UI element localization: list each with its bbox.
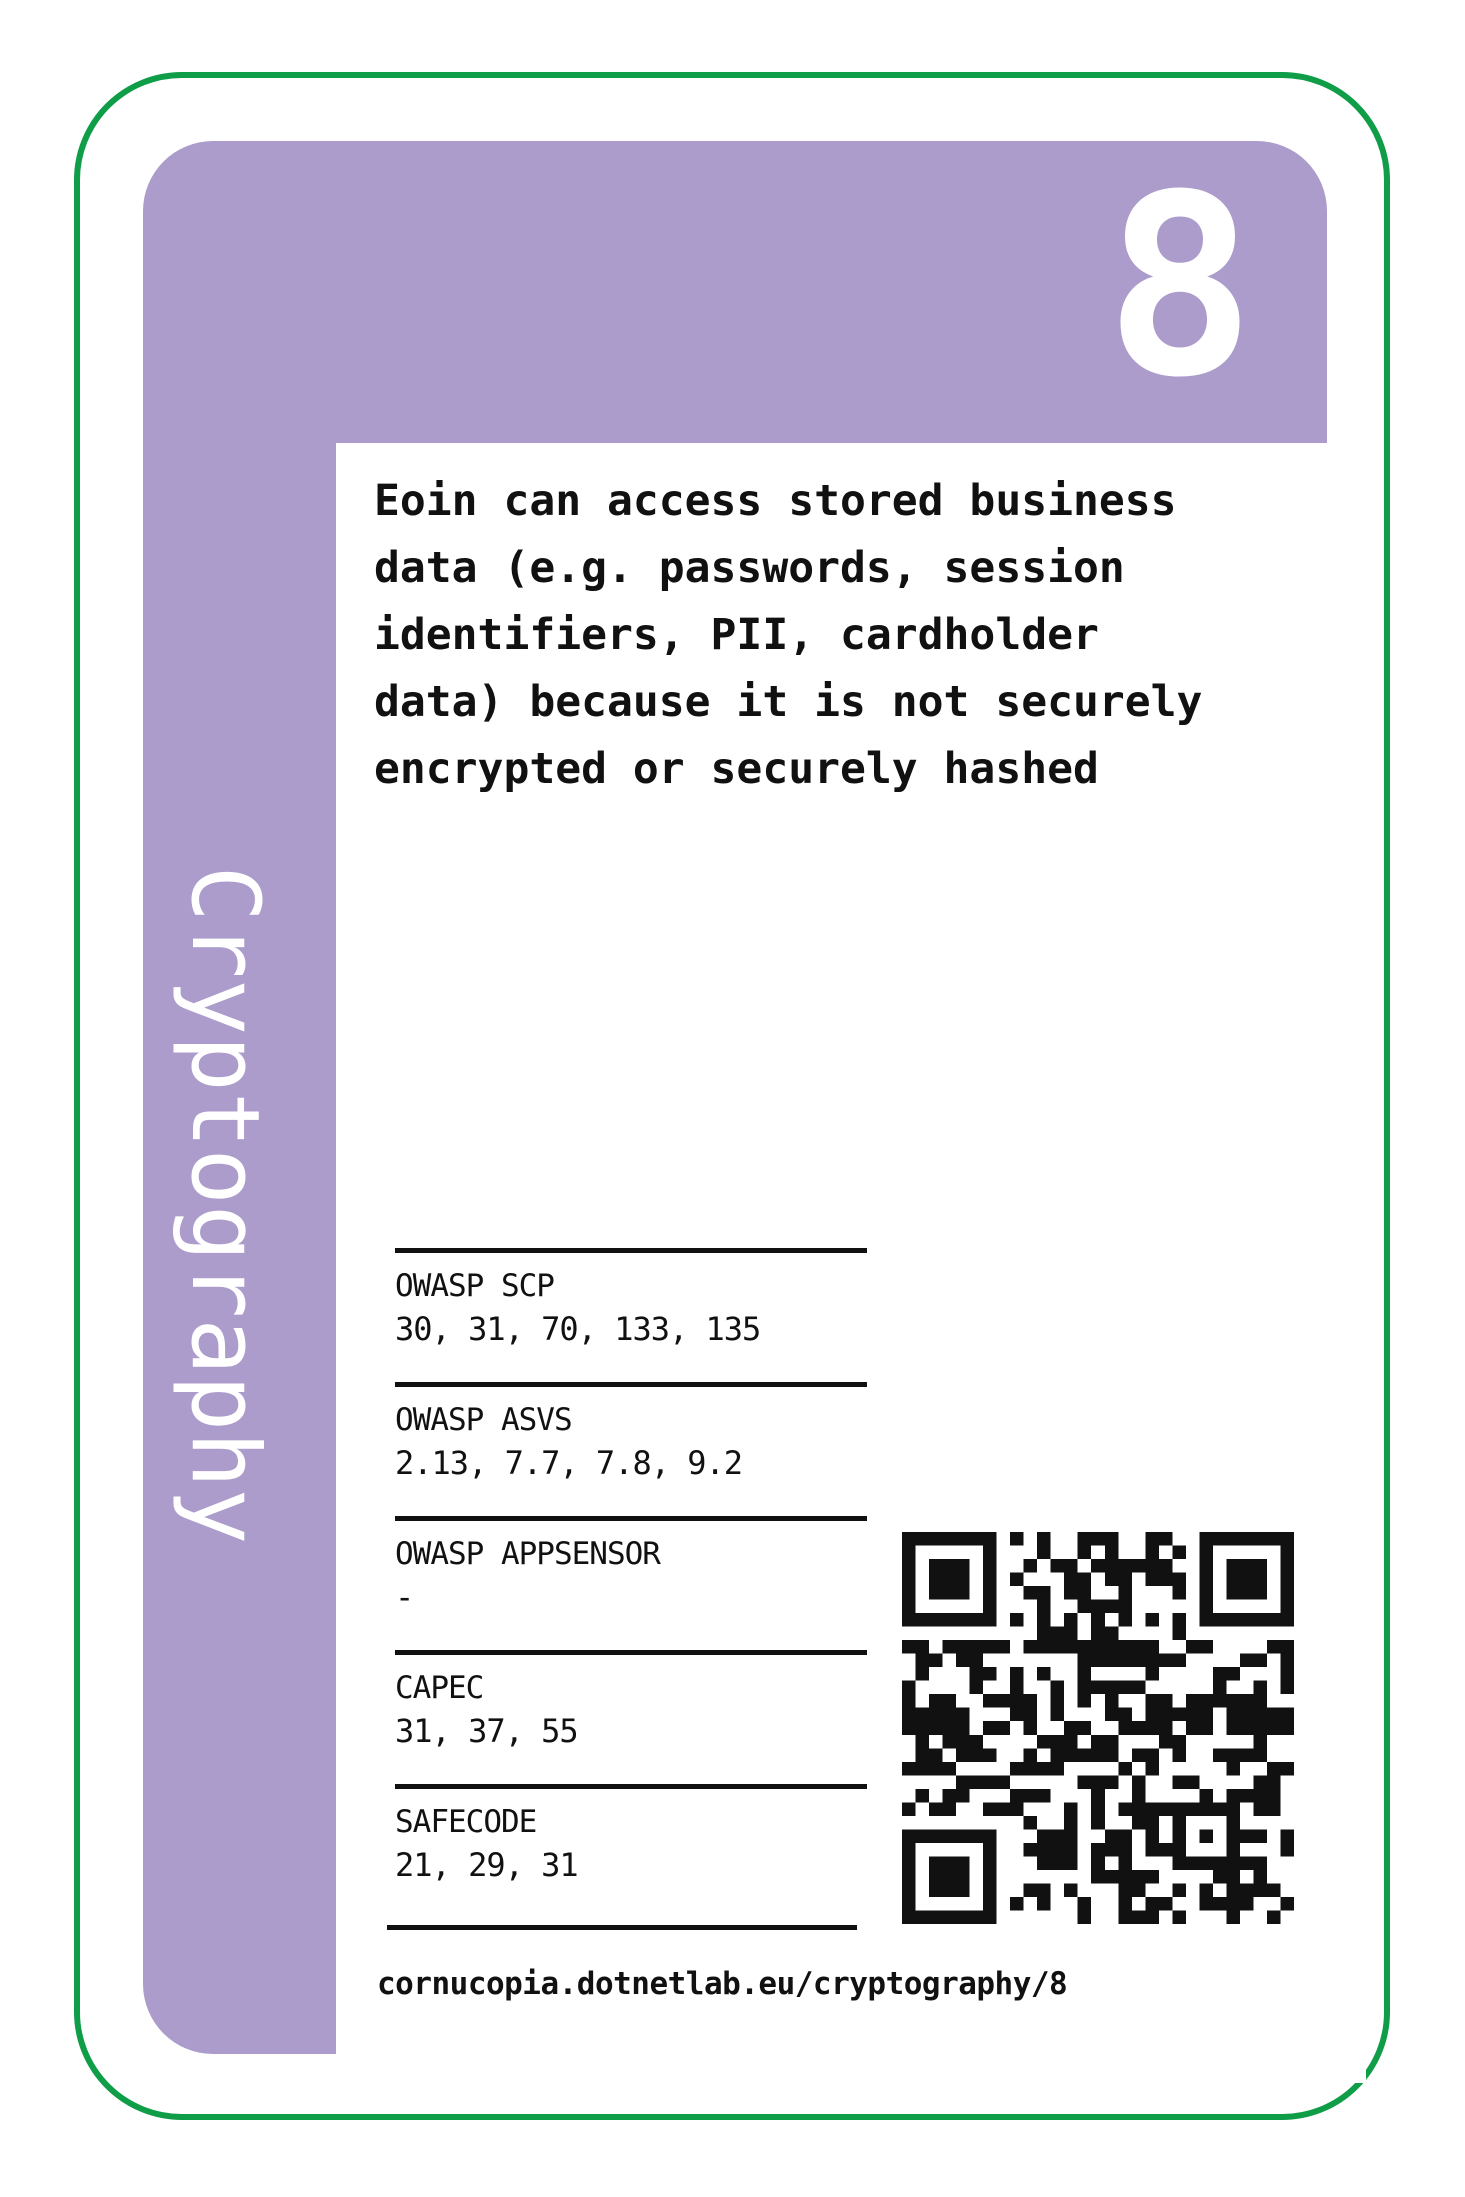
reference-title: OWASP ASVS [395,1402,573,1438]
card-description: Eoin can access stored business data (e.… [374,476,1203,794]
reference-values: 30, 31, 70, 133, 135 [395,1310,761,1348]
reference-title: SAFECODE [395,1804,537,1840]
reference-title: OWASP SCP [395,1268,555,1304]
reference-end-rule [387,1925,857,1930]
suit-name: Cryptography [170,865,279,1545]
reference-values: - [395,1578,414,1616]
reference-values: 31, 37, 55 [395,1712,579,1750]
reference-values: 2.13, 7.7, 7.8, 9.2 [395,1444,743,1482]
reference-title: CAPEC [395,1670,484,1706]
card-number: 8 [1104,141,1256,432]
reference-values: 21, 29, 31 [395,1846,579,1884]
reference-item: OWASP SCP 30, 31, 70, 133, 135 [395,1248,867,1377]
reference-title: OWASP APPSENSOR [395,1536,661,1572]
card-url[interactable]: cornucopia.dotnetlab.eu/cryptography/8 [377,1962,1068,2006]
reference-item: SAFECODE 21, 29, 31 [395,1784,867,1913]
reference-item: OWASP ASVS 2.13, 7.7, 7.8, 9.2 [395,1382,867,1511]
reference-item: CAPEC 31, 37, 55 [395,1650,867,1779]
reference-list: OWASP SCP 30, 31, 70, 133, 135 OWASP ASV… [395,1248,867,1913]
qr-code-icon[interactable] [902,1532,1294,1924]
reference-item: OWASP APPSENSOR - [395,1516,867,1645]
